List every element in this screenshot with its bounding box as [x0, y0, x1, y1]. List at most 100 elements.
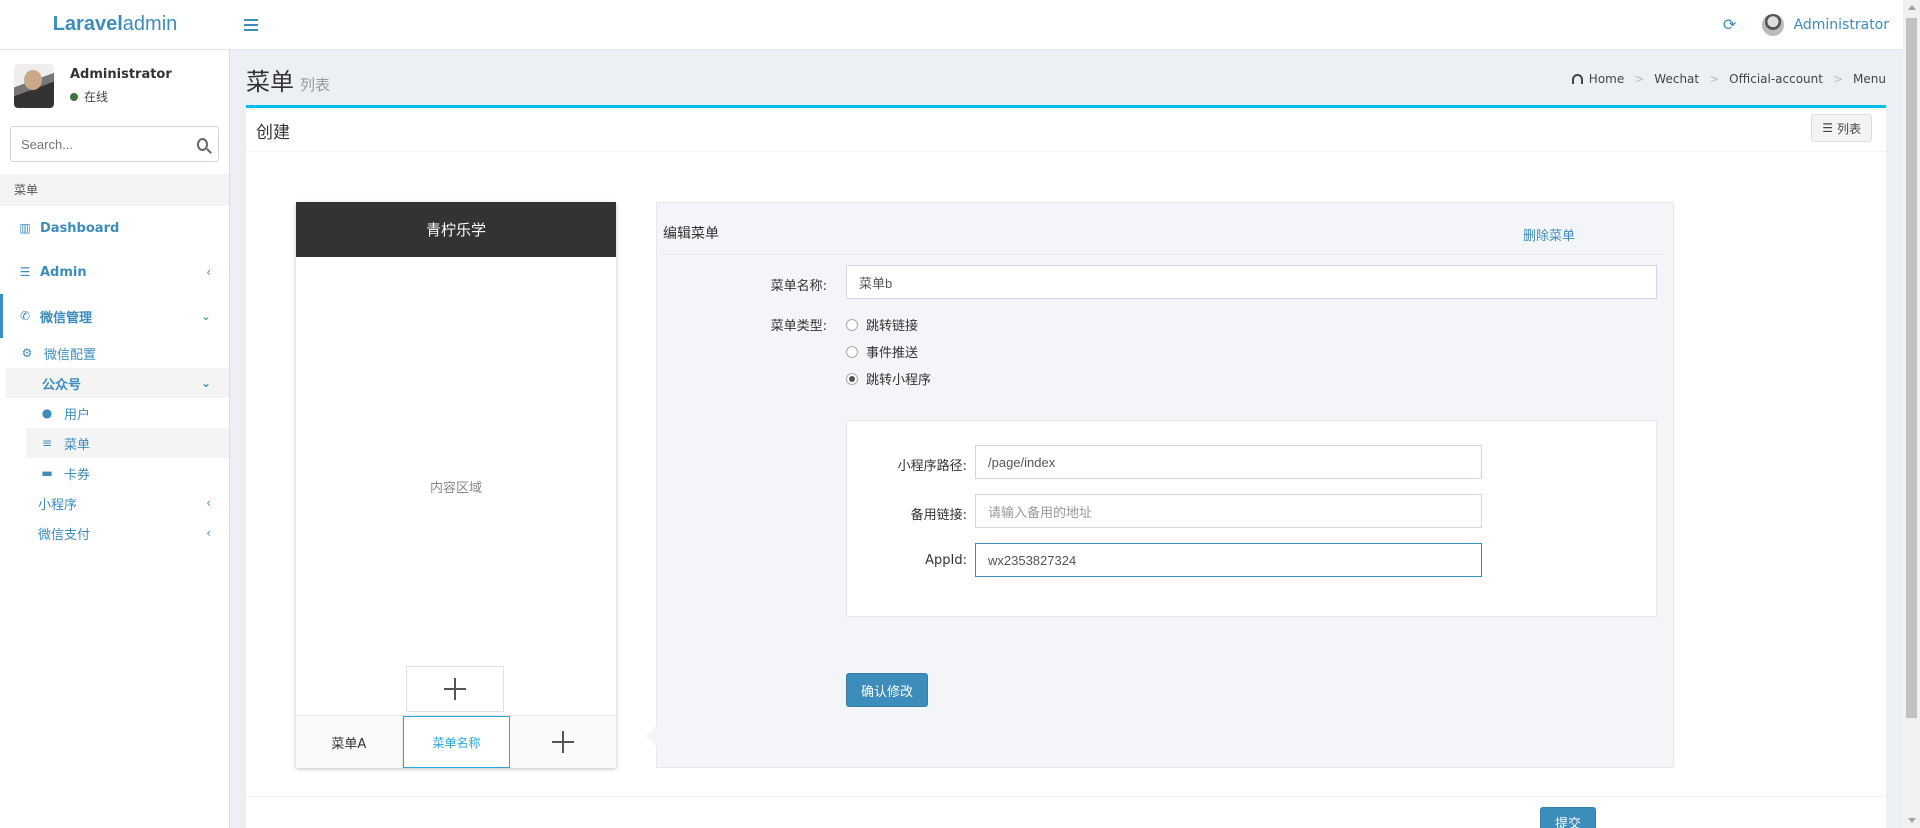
radio-circle-icon	[846, 345, 858, 358]
radio-label: 跳转小程序	[866, 373, 932, 388]
avatar[interactable]	[1761, 14, 1784, 36]
menu-editor-panel: 编辑菜单 删除菜单 菜单名称: 菜单b 菜单类型: 跳转链接 事件推送 跳转小程…	[646, 202, 1674, 768]
delete-menu-link[interactable]: 删除菜单	[1523, 225, 1575, 244]
page-subtitle: 列表	[300, 76, 331, 94]
sidebar-item-label: 用户	[64, 407, 91, 423]
plus-icon	[444, 678, 466, 700]
list-button[interactable]: ☰ 列表	[1811, 114, 1872, 142]
scroll-down-icon[interactable]	[1908, 818, 1916, 823]
add-menu-button[interactable]	[510, 716, 616, 768]
gear-icon: ⚙	[21, 346, 33, 360]
sidebar-item-wechat-pay[interactable]: 微信支付 ‹	[0, 518, 229, 548]
sidebar: Administrator 在线 菜单 ▥ Dashboard ☰ Admin …	[0, 50, 230, 828]
path-label: 小程序路径:	[897, 459, 967, 474]
chevron-down-icon: ⌄	[200, 376, 211, 390]
radio-selected-icon	[846, 372, 858, 385]
chevron-left-icon: ‹	[206, 265, 211, 279]
backup-link-input[interactable]: 请输入备用的地址	[975, 494, 1482, 528]
sidebar-item-label: 小程序	[38, 497, 78, 513]
top-navbar: Laravel admin ⟳ Administrator	[0, 0, 1903, 50]
sidebar-item-label: Admin	[40, 264, 87, 280]
phone-menu-bar: 菜单A 菜单名称	[296, 715, 616, 768]
user-icon: ●	[41, 406, 53, 420]
logo-rest: admin	[122, 13, 178, 35]
radio-circle-icon	[846, 318, 858, 331]
phone-title: 青柠乐学	[296, 202, 616, 257]
sidebar-section-header: 菜单	[0, 174, 229, 206]
appid-label: AppId:	[925, 553, 967, 568]
menu-tab-a[interactable]: 菜单A	[296, 716, 403, 768]
menu-tab-name[interactable]: 菜单名称	[402, 716, 511, 768]
dashboard-icon	[1571, 74, 1583, 84]
bars-icon: ≡	[41, 436, 53, 450]
box-title: 创建	[256, 123, 290, 143]
box-header: 创建 ☰ 列表	[246, 108, 1886, 152]
sidebar-item-menu[interactable]: ≡ 菜单	[26, 428, 229, 458]
scroll-up-icon[interactable]	[1908, 5, 1916, 10]
editor-header: 编辑菜单 删除菜单	[663, 203, 1663, 255]
sidebar-item-label: 公众号	[42, 377, 82, 393]
status-label: 在线	[84, 90, 109, 104]
search-input[interactable]	[21, 136, 197, 152]
create-box: 创建 ☰ 列表 青柠乐学 内容区域 菜单A 菜单名称 编辑菜单 删除菜单 菜单名…	[246, 105, 1886, 828]
phone-preview: 青柠乐学 内容区域 菜单A 菜单名称	[296, 202, 616, 768]
credit-card-icon: ▬	[41, 466, 53, 480]
radio-jump-link[interactable]: 跳转链接	[846, 315, 918, 334]
user-status: 在线	[70, 88, 172, 105]
sidebar-item-users[interactable]: ● 用户	[0, 398, 229, 428]
editor-title: 编辑菜单	[663, 226, 719, 242]
bar-chart-icon: ▥	[19, 221, 31, 235]
breadcrumb-menu: Menu	[1853, 72, 1886, 86]
page-title: 菜单 列表	[246, 68, 331, 96]
sidebar-item-wechat-config[interactable]: ⚙ 微信配置	[0, 338, 229, 368]
refresh-icon[interactable]: ⟳	[1722, 17, 1738, 33]
sidebar-item-wechat[interactable]: ✆ 微信管理 ⌄	[0, 294, 229, 338]
mini-program-path-input[interactable]: /page/index	[975, 445, 1482, 479]
top-user-name[interactable]: Administrator	[1794, 17, 1889, 33]
sidebar-item-label: Dashboard	[40, 220, 120, 236]
breadcrumb: Home > Wechat > Official-account > Menu	[1571, 72, 1886, 86]
radio-event-push[interactable]: 事件推送	[846, 342, 918, 361]
breadcrumb-wechat[interactable]: Wechat	[1654, 72, 1699, 86]
sidebar-item-mini-program[interactable]: 小程序 ‹	[0, 488, 229, 518]
list-button-label: 列表	[1836, 121, 1861, 136]
user-panel: Administrator 在线	[0, 50, 229, 122]
sidebar-item-official-account[interactable]: 公众号 ⌄	[6, 368, 229, 398]
user-avatar	[14, 64, 54, 108]
user-name: Administrator	[70, 67, 172, 82]
page-scrollbar[interactable]	[1903, 0, 1920, 828]
radio-mini-program[interactable]: 跳转小程序	[846, 369, 931, 388]
sidebar-toggle-icon[interactable]	[244, 18, 258, 31]
radio-label: 跳转链接	[866, 319, 919, 334]
sidebar-item-dashboard[interactable]: ▥ Dashboard	[0, 206, 229, 250]
submit-button[interactable]: 提交	[1540, 807, 1597, 828]
content-header: 菜单 列表 Home > Wechat > Official-account > …	[246, 50, 1886, 105]
menu-name-label: 菜单名称:	[770, 279, 827, 294]
app-logo[interactable]: Laravel admin	[0, 0, 230, 50]
list-icon: ☰	[1822, 121, 1833, 135]
backup-link-label: 备用链接:	[910, 508, 967, 523]
breadcrumb-home[interactable]: Home	[1589, 72, 1624, 86]
menu-name-input[interactable]: 菜单b	[846, 265, 1657, 299]
add-submenu-button[interactable]	[406, 666, 504, 712]
sidebar-item-cards[interactable]: ▬ 卡券	[0, 458, 229, 488]
scrollbar-thumb[interactable]	[1906, 18, 1917, 718]
sidebar-item-admin[interactable]: ☰ Admin ‹	[0, 250, 229, 294]
sidebar-search	[10, 126, 219, 162]
search-icon[interactable]	[197, 137, 208, 151]
chevron-down-icon: ⌄	[200, 309, 211, 323]
appid-input[interactable]: wx2353827324	[975, 543, 1482, 577]
phone-content-area: 内容区域	[429, 480, 482, 496]
tasks-icon: ☰	[19, 265, 31, 279]
menu-type-label: 菜单类型:	[770, 319, 827, 334]
sidebar-item-label: 卡券	[64, 467, 91, 483]
sidebar-item-label: 菜单	[64, 437, 91, 453]
box-footer: 提交	[246, 796, 1886, 828]
plus-icon	[552, 731, 575, 753]
sidebar-item-label: 微信配置	[44, 347, 97, 363]
chevron-left-icon: ‹	[206, 496, 211, 510]
top-right-area: ⟳ Administrator	[1722, 0, 1889, 50]
logo-bold: Laravel	[52, 13, 123, 35]
confirm-edit-button[interactable]: 确认修改	[846, 673, 929, 707]
breadcrumb-official-account[interactable]: Official-account	[1729, 72, 1823, 86]
